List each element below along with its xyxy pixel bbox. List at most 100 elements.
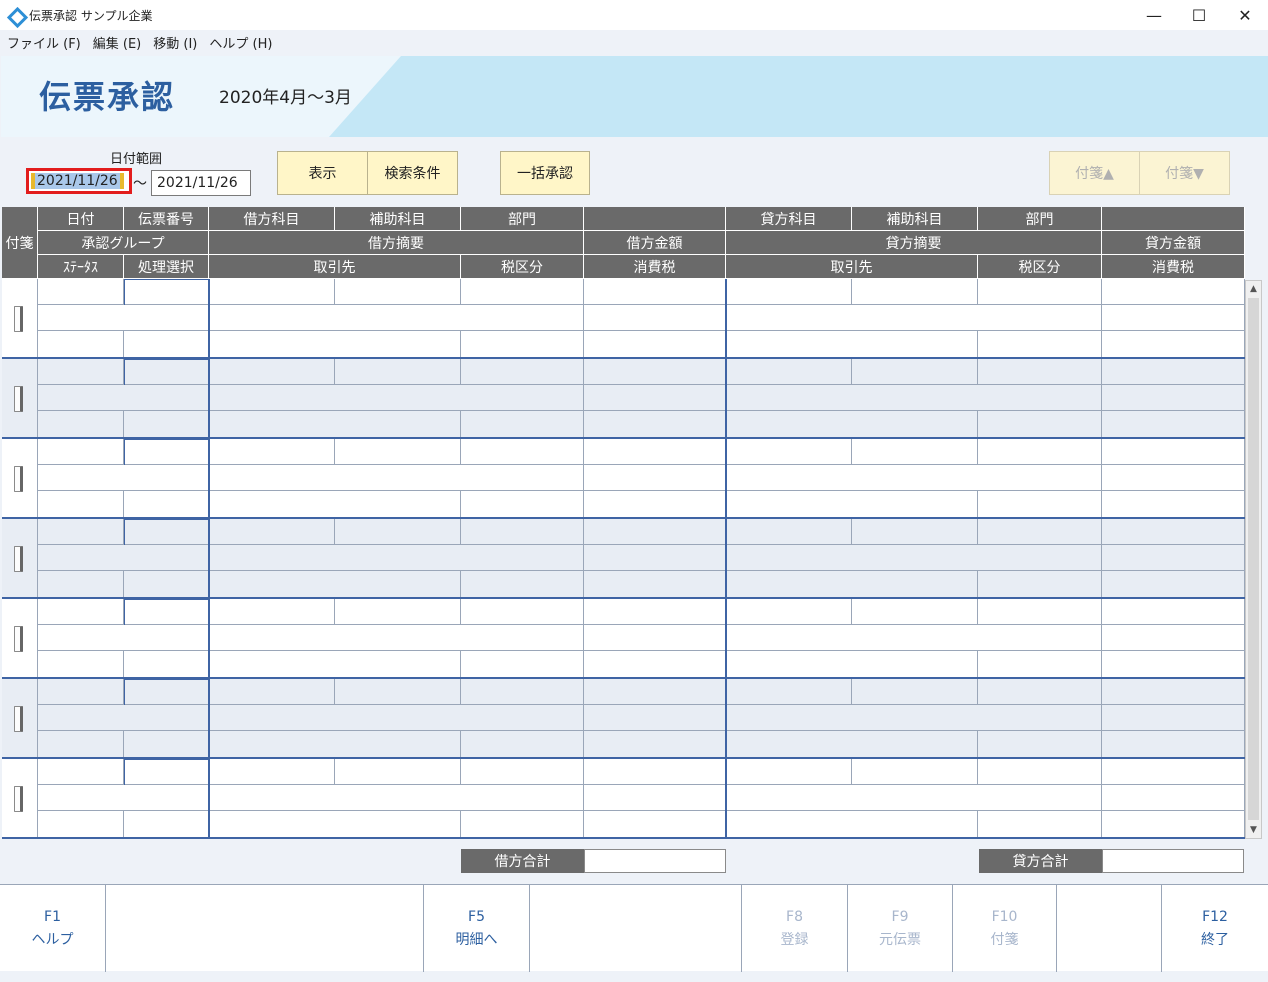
row-cell[interactable] (38, 331, 124, 357)
row-cell[interactable] (978, 651, 1102, 677)
row-cell[interactable] (209, 811, 461, 837)
row-cell[interactable] (209, 679, 335, 705)
row-cell[interactable] (209, 651, 461, 677)
sticky-tag-icon[interactable] (14, 786, 23, 812)
row-cell[interactable] (209, 705, 584, 731)
row-cell[interactable] (726, 679, 852, 705)
row-cell[interactable] (209, 359, 335, 385)
row-cell[interactable] (852, 679, 978, 705)
sticky-tag-icon[interactable] (14, 466, 23, 492)
row-cell[interactable] (978, 759, 1102, 785)
row-tag-cell[interactable] (2, 599, 38, 677)
process-select-cell[interactable] (124, 519, 209, 545)
row-cell[interactable] (124, 491, 209, 517)
row-cell[interactable] (209, 519, 335, 545)
row-cell[interactable] (584, 545, 726, 571)
row-cell[interactable] (38, 625, 209, 651)
row-cell[interactable] (726, 545, 1102, 571)
row-cell[interactable] (38, 811, 124, 837)
row-cell[interactable] (726, 439, 852, 465)
row-cell[interactable] (38, 679, 124, 705)
row-cell[interactable] (209, 731, 461, 757)
f12-exit-button[interactable]: F12 終了 (1162, 885, 1268, 972)
row-cell[interactable] (1102, 785, 1245, 811)
process-select-cell[interactable] (124, 679, 209, 705)
row-cell[interactable] (209, 625, 584, 651)
row-cell[interactable] (726, 519, 852, 545)
row-cell[interactable] (584, 571, 726, 597)
row-cell[interactable] (1102, 599, 1245, 625)
row-cell[interactable] (1102, 359, 1245, 385)
row-cell[interactable] (335, 679, 461, 705)
row-cell[interactable] (584, 759, 726, 785)
row-cell[interactable] (124, 811, 209, 837)
row-cell[interactable] (852, 359, 978, 385)
f5-detail-button[interactable]: F5 明細へ (424, 885, 530, 972)
row-cell[interactable] (335, 279, 461, 305)
sticky-tag-icon[interactable] (14, 706, 23, 732)
row-cell[interactable] (852, 519, 978, 545)
row-cell[interactable] (1102, 411, 1245, 437)
row-cell[interactable] (978, 411, 1102, 437)
row-cell[interactable] (978, 599, 1102, 625)
row-cell[interactable] (726, 571, 978, 597)
row-cell[interactable] (726, 599, 852, 625)
row-cell[interactable] (461, 491, 584, 517)
row-cell[interactable] (1102, 705, 1245, 731)
row-cell[interactable] (584, 359, 726, 385)
row-cell[interactable] (209, 439, 335, 465)
row-cell[interactable] (461, 811, 584, 837)
row-cell[interactable] (461, 759, 584, 785)
row-cell[interactable] (726, 305, 1102, 331)
row-cell[interactable] (584, 651, 726, 677)
row-cell[interactable] (38, 571, 124, 597)
row-tag-cell[interactable] (2, 679, 38, 757)
sticky-tag-icon[interactable] (14, 306, 23, 332)
row-cell[interactable] (726, 759, 852, 785)
row-cell[interactable] (461, 411, 584, 437)
row-cell[interactable] (209, 279, 335, 305)
table-row[interactable] (2, 759, 1245, 839)
menu-help[interactable]: ヘルプ (H) (209, 33, 272, 52)
row-cell[interactable] (978, 359, 1102, 385)
row-cell[interactable] (726, 491, 978, 517)
row-cell[interactable] (584, 465, 726, 491)
row-cell[interactable] (124, 571, 209, 597)
row-cell[interactable] (38, 731, 124, 757)
f1-help-button[interactable]: F1 ヘルプ (0, 885, 106, 972)
row-cell[interactable] (726, 385, 1102, 411)
row-cell[interactable] (461, 359, 584, 385)
minimize-button[interactable]: — (1131, 0, 1177, 30)
row-cell[interactable] (1102, 679, 1245, 705)
row-cell[interactable] (461, 731, 584, 757)
row-cell[interactable] (978, 811, 1102, 837)
row-cell[interactable] (38, 465, 209, 491)
row-cell[interactable] (584, 625, 726, 651)
row-cell[interactable] (726, 811, 978, 837)
menu-move[interactable]: 移動 (I) (153, 33, 197, 52)
row-cell[interactable] (726, 411, 978, 437)
row-cell[interactable] (978, 679, 1102, 705)
row-tag-cell[interactable] (2, 279, 38, 357)
f9-original-voucher-button[interactable]: F9 元伝票 (848, 885, 953, 972)
row-cell[interactable] (978, 519, 1102, 545)
row-cell[interactable] (209, 305, 584, 331)
row-tag-cell[interactable] (2, 359, 38, 437)
table-row[interactable] (2, 279, 1245, 359)
row-cell[interactable] (584, 785, 726, 811)
row-cell[interactable] (584, 385, 726, 411)
row-cell[interactable] (1102, 385, 1245, 411)
row-cell[interactable] (978, 439, 1102, 465)
row-cell[interactable] (209, 759, 335, 785)
row-cell[interactable] (726, 785, 1102, 811)
row-cell[interactable] (209, 385, 584, 411)
row-cell[interactable] (726, 625, 1102, 651)
row-cell[interactable] (461, 651, 584, 677)
menu-edit[interactable]: 編集 (E) (93, 33, 142, 52)
row-cell[interactable] (1102, 519, 1245, 545)
row-cell[interactable] (38, 439, 124, 465)
row-cell[interactable] (852, 279, 978, 305)
row-cell[interactable] (852, 439, 978, 465)
row-cell[interactable] (584, 811, 726, 837)
table-row[interactable] (2, 599, 1245, 679)
